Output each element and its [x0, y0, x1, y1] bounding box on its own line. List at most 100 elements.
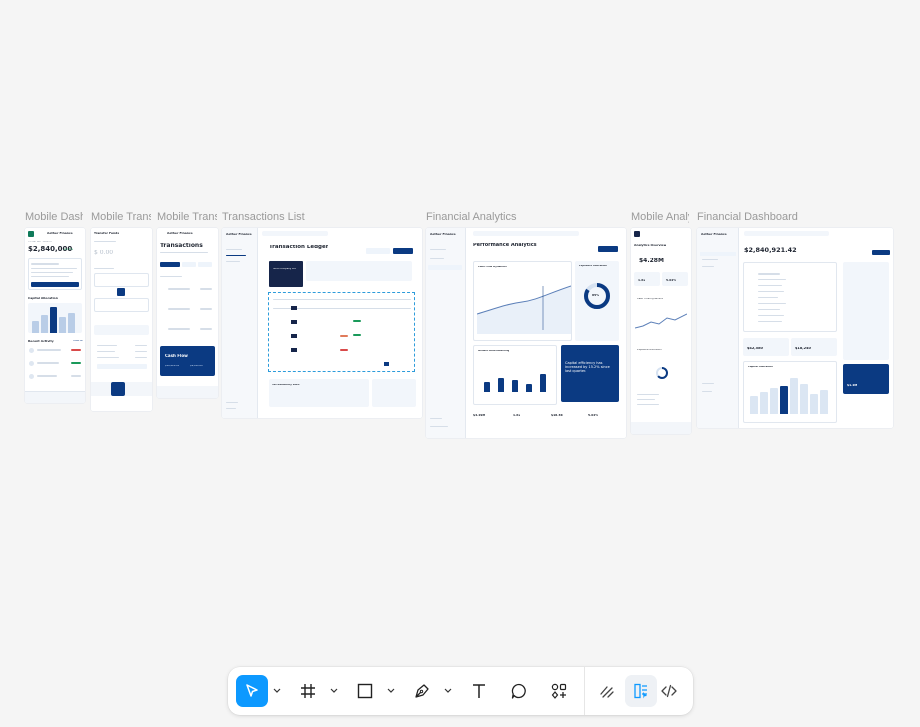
- chevron-down-icon[interactable]: [329, 685, 339, 697]
- ledger-table[interactable]: [268, 292, 415, 372]
- exposure-card[interactable]: Exposure Allocation 85%: [575, 261, 619, 341]
- chevron-down-icon[interactable]: [386, 685, 396, 697]
- kpi-3: $18.3K: [551, 414, 563, 417]
- frame-label-mobile-dashboard[interactable]: Mobile Dashboard: [25, 211, 83, 223]
- bottom-toolbar: [228, 667, 693, 715]
- donut-value: 85%: [592, 294, 600, 297]
- insight-card: [743, 262, 837, 332]
- chevron-down-icon[interactable]: [272, 685, 282, 697]
- bottom-nav[interactable]: [157, 386, 218, 398]
- card-value-2: $9,610.00: [190, 365, 203, 367]
- side-card[interactable]: [372, 379, 416, 407]
- frame-mobile-transfer[interactable]: Transfer Funds $ 0.00: [91, 228, 152, 411]
- logo-icon: [28, 231, 34, 237]
- donut-chart: [656, 367, 668, 379]
- text-icon: [473, 684, 485, 698]
- frame-label-transactions-list[interactable]: Transactions List: [222, 211, 422, 223]
- cash-flow-card[interactable]: Cash Flow $18,420.00 $9,610.00: [160, 346, 215, 376]
- frame-label-financial-analytics[interactable]: Financial Analytics: [426, 211, 626, 223]
- frame-mobile-transactions[interactable]: Aether Finance Transactions Cash Flow $1…: [157, 228, 218, 398]
- filter-chip[interactable]: [182, 262, 196, 267]
- frame-transactions-list[interactable]: Aether Finance Transaction Ledger Sora C…: [222, 228, 422, 418]
- sidebar: Aether Finance: [697, 228, 739, 428]
- page-title: Performance Analytics: [473, 243, 537, 248]
- search-input[interactable]: [473, 231, 579, 236]
- filter-chip[interactable]: [198, 262, 212, 267]
- frame-label-financial-dashboard[interactable]: Financial Dashboard: [697, 211, 897, 223]
- pen-icon: [415, 684, 429, 698]
- design-mode-icon: [634, 683, 647, 699]
- sidebar: Aether Finance: [222, 228, 258, 418]
- new-entry-button[interactable]: [393, 248, 413, 254]
- screen-title: Transactions: [160, 243, 203, 249]
- rectangle-tool-button[interactable]: [349, 675, 381, 707]
- pen-tool-button[interactable]: [406, 675, 438, 707]
- growth-card[interactable]: Growth Benchmarking: [473, 345, 557, 405]
- frame-label-mobile-analytics[interactable]: Mobile Analytics: [631, 211, 689, 223]
- bottom-nav[interactable]: [91, 382, 152, 396]
- bottom-nav[interactable]: [631, 422, 691, 434]
- account-card[interactable]: [94, 298, 149, 312]
- tax-docs-card[interactable]: Tax Residency Docs: [269, 379, 369, 407]
- card-value-1: $18,420.00: [165, 365, 180, 367]
- report-button[interactable]: [598, 246, 618, 252]
- logo-icon: [634, 231, 640, 237]
- delta-badge: +4.2%: [63, 248, 74, 251]
- search-input[interactable]: [262, 231, 328, 236]
- swap-icon[interactable]: [117, 288, 125, 296]
- frame-mobile-dashboard[interactable]: Aether Finance TOTAL NET WORTH $2,840,00…: [25, 228, 85, 403]
- cash-flow-card[interactable]: Cash Flow Dynamics: [473, 261, 572, 341]
- move-tool-button[interactable]: [236, 675, 268, 707]
- shapes-plus-icon: [551, 683, 567, 699]
- comment-tool-button[interactable]: [503, 675, 535, 707]
- card-title: Exposure Allocation: [579, 265, 607, 267]
- kpi-card: 1.6x: [634, 272, 660, 286]
- dev-mode-button[interactable]: [653, 675, 685, 707]
- frame-mobile-analytics[interactable]: Analytics Overview $4.28M 1.6x 5.02% Cas…: [631, 228, 691, 434]
- account-card[interactable]: [94, 273, 149, 287]
- amount-field[interactable]: $ 0.00: [94, 250, 113, 256]
- side-list: [843, 302, 889, 360]
- scribble-icon: [600, 686, 614, 698]
- kpi-2: 1.6x: [513, 414, 521, 417]
- action-button[interactable]: [872, 250, 890, 255]
- card-title: Cash Flow: [165, 354, 188, 358]
- transaction-list[interactable]: [160, 282, 215, 346]
- comment-icon: [511, 683, 526, 699]
- cursor-icon: [246, 684, 258, 697]
- frame-label-mobile-transactions[interactable]: Mobile Transactions: [157, 211, 217, 223]
- search-input[interactable]: [744, 231, 829, 236]
- frame-label-mobile-transfer[interactable]: Mobile Transfer: [91, 211, 151, 223]
- export-button[interactable]: [366, 248, 390, 254]
- action-button[interactable]: [31, 282, 79, 287]
- bottom-nav[interactable]: [25, 391, 85, 403]
- kpi-1: $4.29M: [473, 414, 486, 417]
- text-tool-button[interactable]: [463, 675, 495, 707]
- bar-chart: [748, 376, 834, 414]
- activity-icon: [29, 361, 34, 366]
- frame-financial-dashboard[interactable]: Aether Finance $2,840,921.42 $42,580 $18…: [697, 228, 893, 428]
- headline-value: $4.28M: [639, 258, 664, 264]
- brand-name: Aether Finance: [47, 232, 73, 235]
- frequency-tabs[interactable]: [94, 325, 149, 335]
- rectangle-icon: [357, 683, 373, 699]
- filter-chip-active[interactable]: [160, 262, 180, 267]
- screen-title: Analytics Overview: [634, 244, 667, 247]
- activity-icon: [29, 348, 34, 353]
- code-icon: [661, 684, 677, 698]
- brand-name: Aether Finance: [226, 233, 252, 236]
- capital-allocation-card[interactable]: Capital Allocation: [743, 361, 837, 423]
- brand-name: Aether Finance: [430, 233, 456, 236]
- total-value: $2,840,921.42: [744, 247, 797, 254]
- frame-financial-analytics[interactable]: Aether Finance Performance Analytics Cas…: [426, 228, 626, 438]
- area-chart: [477, 285, 571, 334]
- view-all-link[interactable]: View All: [73, 340, 83, 343]
- components-tool-button[interactable]: [543, 675, 575, 707]
- draw-mode-button[interactable]: [591, 675, 623, 707]
- promo-value: $1.2M: [847, 384, 858, 387]
- confirm-button[interactable]: [97, 364, 147, 369]
- filter-bar[interactable]: [306, 261, 412, 281]
- chart-title: Cash Flow Dynamics: [637, 298, 663, 300]
- chevron-down-icon[interactable]: [443, 685, 453, 697]
- frame-tool-button[interactable]: [292, 675, 324, 707]
